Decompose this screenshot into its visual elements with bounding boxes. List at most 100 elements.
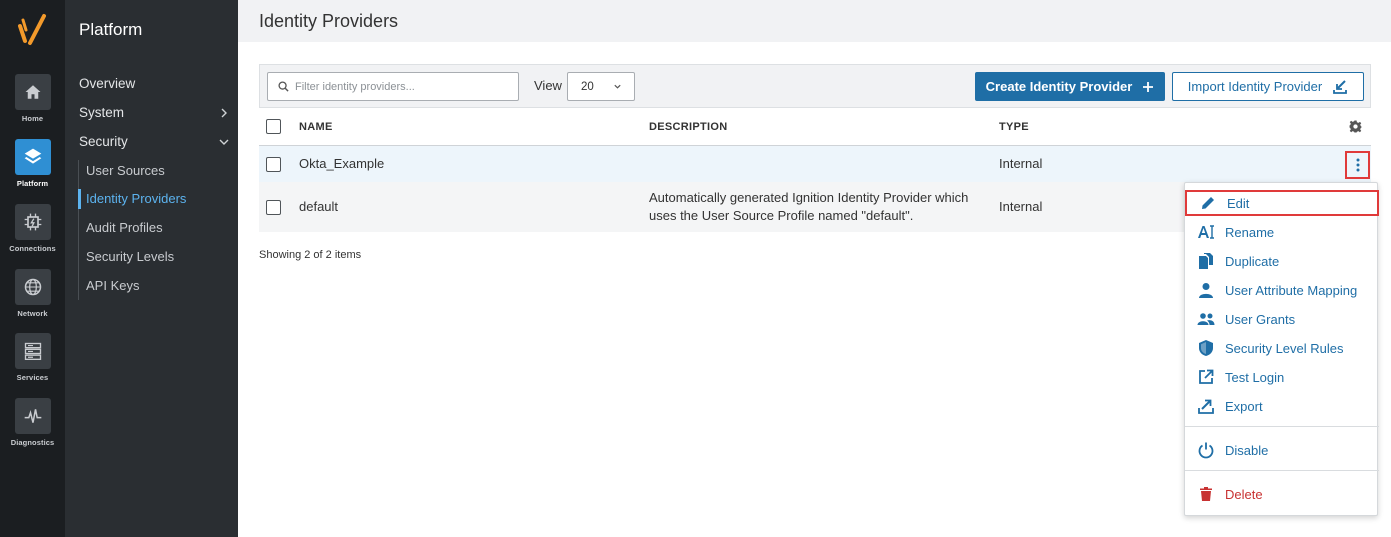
nav-item-label: Security	[79, 134, 128, 149]
row-name: Okta_Example	[299, 156, 385, 171]
menu-item-user-grants[interactable]: User Grants	[1185, 306, 1379, 332]
table-row[interactable]: Okta_Example Internal	[259, 146, 1371, 182]
nav-tree-guide	[78, 160, 79, 300]
menu-item-label: Disable	[1225, 442, 1269, 458]
page-size-select[interactable]: 20	[567, 72, 635, 101]
column-header-type[interactable]: TYPE	[999, 121, 1029, 133]
rail-item-label: Connections	[9, 244, 56, 253]
kebab-menu-icon	[1356, 158, 1359, 172]
pagination-summary: Showing 2 of 2 items	[259, 249, 362, 261]
search-icon	[278, 81, 289, 92]
page-header: Identity Providers	[238, 0, 1391, 42]
rail-item-network[interactable]: Network	[0, 269, 65, 318]
nav-item-security[interactable]: Security	[79, 134, 229, 149]
nav-item-label: System	[79, 105, 125, 120]
globe-icon	[24, 278, 41, 296]
rail-item-connections[interactable]: Connections	[0, 204, 65, 253]
server-icon	[24, 342, 41, 360]
nav-item-audit-profiles[interactable]: Audit Profiles	[86, 220, 163, 235]
page-title: Identity Providers	[259, 11, 399, 31]
user-icon	[1197, 281, 1215, 299]
chevron-right-icon	[221, 108, 227, 117]
column-header-description[interactable]: DESCRIPTION	[649, 121, 727, 133]
import-identity-provider-button[interactable]: Import Identity Provider	[1172, 72, 1364, 101]
toolbar: View 20 Create Identity Provider Import …	[259, 64, 1371, 108]
menu-item-user-attribute-mapping[interactable]: User Attribute Mapping	[1185, 277, 1379, 303]
row-description-line-2: uses the User Source Profile named "defa…	[649, 208, 914, 223]
import-button-label: Import Identity Provider	[1187, 79, 1323, 94]
menu-item-security-level-rules[interactable]: Security Level Rules	[1185, 335, 1379, 361]
ignition-logo-icon[interactable]	[14, 12, 50, 50]
select-all-checkbox[interactable]	[266, 119, 281, 134]
menu-divider	[1185, 426, 1379, 427]
rail-item-label: Platform	[16, 179, 49, 188]
rename-icon	[1197, 223, 1215, 241]
nav-item-identity-providers[interactable]: Identity Providers	[86, 191, 186, 206]
menu-item-export[interactable]: Export	[1185, 393, 1379, 419]
row-type: Internal	[999, 199, 1043, 214]
menu-item-label: Duplicate	[1225, 253, 1280, 269]
menu-item-test-login[interactable]: Test Login	[1185, 364, 1379, 390]
duplicate-icon	[1197, 252, 1215, 270]
menu-item-delete[interactable]: Delete	[1185, 481, 1379, 507]
nav-item-overview[interactable]: Overview	[79, 76, 229, 91]
row-actions-button[interactable]	[1345, 151, 1370, 179]
shield-icon	[1197, 339, 1215, 357]
nav-item-user-sources[interactable]: User Sources	[86, 163, 165, 178]
home-icon	[25, 85, 40, 99]
chevron-down-icon	[219, 139, 229, 145]
pulse-icon	[24, 409, 41, 423]
menu-divider	[1185, 470, 1379, 471]
users-icon	[1197, 310, 1215, 328]
menu-item-label: User Grants	[1225, 311, 1296, 327]
secondary-nav: Platform Overview System Security User S…	[65, 0, 238, 537]
nav-item-security-levels[interactable]: Security Levels	[86, 249, 174, 264]
column-header-name[interactable]: NAME	[299, 121, 333, 133]
nav-title: Platform	[79, 20, 143, 39]
page-size-value: 20	[581, 80, 594, 93]
search-input[interactable]	[295, 80, 505, 93]
icon-rail: Home Platform Connections Network Servic…	[0, 0, 65, 537]
table-header: NAME DESCRIPTION TYPE	[259, 108, 1371, 146]
nav-item-api-keys[interactable]: API Keys	[86, 278, 139, 293]
rail-item-diagnostics[interactable]: Diagnostics	[0, 398, 65, 447]
row-name: default	[299, 199, 339, 214]
gear-icon[interactable]	[1349, 120, 1362, 133]
export-icon	[1197, 397, 1215, 415]
row-checkbox[interactable]	[266, 157, 281, 172]
rail-item-home[interactable]: Home	[0, 74, 65, 123]
rail-item-services[interactable]: Services	[0, 333, 65, 382]
menu-item-label: Edit	[1227, 195, 1250, 211]
rail-item-label: Network	[17, 309, 48, 318]
power-icon	[1197, 441, 1215, 459]
view-label: View	[534, 78, 562, 93]
menu-item-duplicate[interactable]: Duplicate	[1185, 248, 1379, 274]
row-checkbox[interactable]	[266, 200, 281, 215]
row-actions-menu: Edit Rename Duplicate User Attribute Map…	[1184, 182, 1379, 516]
connections-icon	[24, 213, 41, 231]
trash-icon	[1197, 485, 1215, 503]
rail-item-label: Services	[16, 373, 49, 382]
menu-item-rename[interactable]: Rename	[1185, 219, 1379, 245]
menu-item-label: Rename	[1225, 224, 1275, 240]
menu-item-edit[interactable]: Edit	[1185, 190, 1379, 216]
menu-item-label: Export	[1225, 398, 1263, 414]
chevron-down-icon	[614, 84, 621, 89]
menu-item-label: User Attribute Mapping	[1225, 282, 1358, 298]
import-icon	[1333, 79, 1348, 94]
nav-item-system[interactable]: System	[79, 105, 229, 120]
plus-icon	[1143, 81, 1154, 92]
menu-item-label: Test Login	[1225, 369, 1285, 385]
nav-active-indicator	[78, 189, 81, 209]
row-type: Internal	[999, 156, 1043, 171]
menu-item-label: Security Level Rules	[1225, 340, 1344, 356]
search-box[interactable]	[267, 72, 519, 101]
create-identity-provider-button[interactable]: Create Identity Provider	[975, 72, 1165, 101]
rail-item-label: Home	[21, 114, 44, 123]
menu-item-label: Delete	[1225, 486, 1263, 502]
rail-item-platform[interactable]: Platform	[0, 139, 65, 188]
menu-item-disable[interactable]: Disable	[1185, 437, 1379, 463]
row-description-line-1: Automatically generated Ignition Identit…	[649, 190, 969, 205]
external-link-icon	[1197, 368, 1215, 386]
rail-item-label: Diagnostics	[10, 438, 55, 447]
